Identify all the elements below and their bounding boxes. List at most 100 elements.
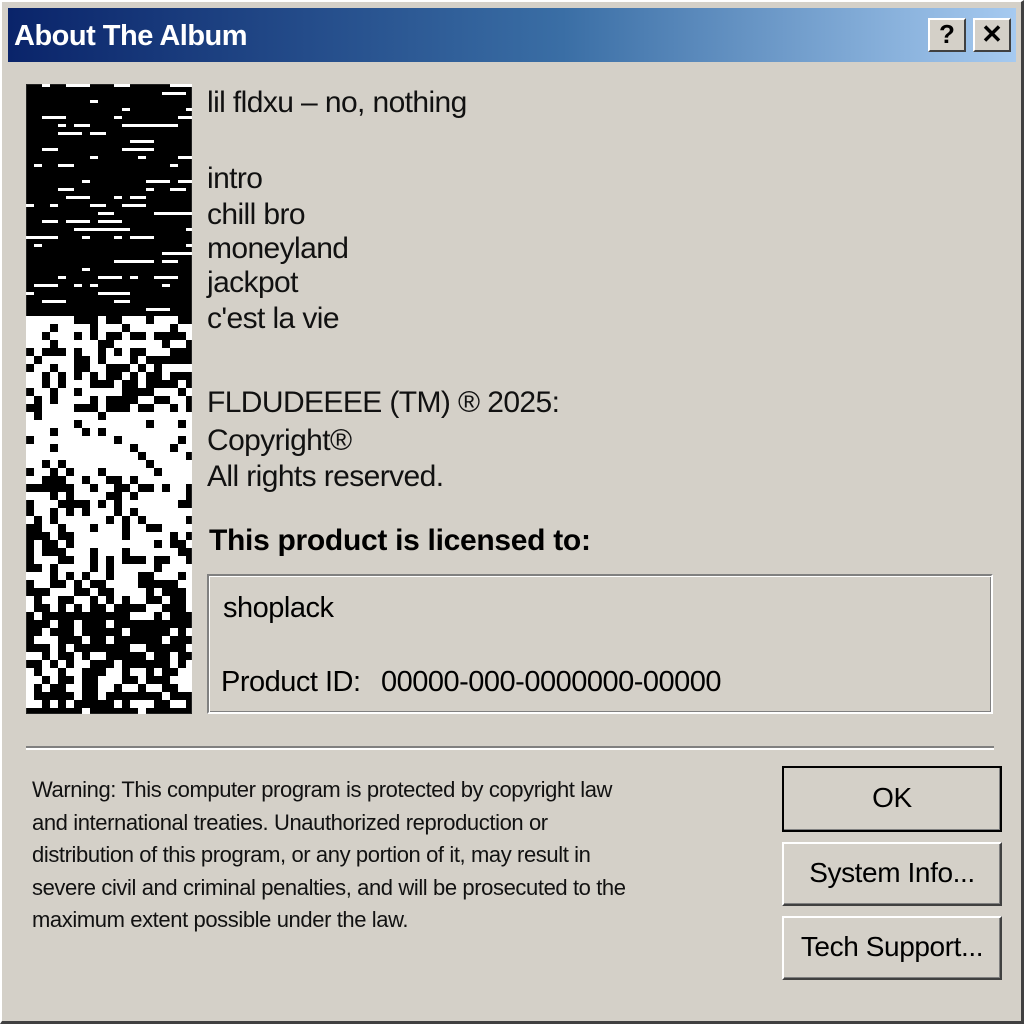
cover-pixel: [162, 596, 170, 604]
cover-pixel: [66, 516, 74, 524]
cover-pixel: [66, 684, 74, 692]
license-info-box: shoplack Product ID: 00000-000-0000000-0…: [207, 574, 993, 714]
cover-pixel: [186, 364, 192, 372]
cover-pixel: [42, 324, 50, 332]
cover-pixel: [122, 204, 130, 207]
cover-pixel: [66, 452, 74, 460]
cover-pixel: [66, 84, 90, 87]
cover-pixel: [90, 284, 98, 287]
cover-pixel: [130, 340, 138, 348]
cover-pixel: [26, 572, 34, 580]
cover-pixel: [154, 516, 162, 524]
cover-pixel: [106, 420, 114, 428]
cover-pixel: [74, 596, 82, 604]
cover-pixel: [58, 356, 66, 364]
title-bar[interactable]: About The Album ? ✕: [8, 8, 1016, 62]
system-info-button[interactable]: System Info...: [782, 842, 1002, 906]
cover-pixel: [66, 396, 74, 404]
cover-pixel: [178, 492, 186, 500]
cover-pixel: [170, 364, 178, 372]
cover-pixel: [162, 468, 170, 476]
cover-pixel: [186, 572, 192, 580]
cover-pixel: [26, 452, 34, 460]
cover-pixel: [90, 436, 98, 444]
cover-pixel: [130, 700, 138, 708]
cover-pixel: [58, 452, 66, 460]
warning-line: Warning: This computer program is protec…: [32, 777, 613, 802]
cover-pixel: [50, 596, 58, 604]
cover-pixel: [34, 612, 42, 620]
cover-pixel: [154, 420, 162, 428]
cover-pixel: [162, 476, 170, 484]
cover-pixel: [114, 468, 122, 476]
cover-pixel: [114, 116, 122, 119]
tech-support-button[interactable]: Tech Support...: [782, 916, 1002, 980]
ok-button[interactable]: OK: [782, 766, 1002, 832]
cover-pixel: [74, 548, 82, 556]
cover-pixel: [98, 460, 106, 468]
cover-pixel: [74, 444, 82, 452]
cover-pixel: [130, 140, 154, 143]
cover-pixel: [154, 404, 162, 412]
cover-pixel: [50, 668, 58, 676]
cover-pixel: [114, 532, 122, 540]
cover-pixel: [186, 596, 192, 604]
cover-pixel: [98, 476, 106, 484]
cover-pixel: [98, 692, 106, 700]
cover-pixel: [66, 340, 74, 348]
cover-pixel: [186, 324, 192, 332]
cover-pixel: [50, 204, 58, 207]
cover-pixel: [138, 148, 154, 151]
cover-pixel: [34, 548, 42, 556]
cover-pixel: [114, 588, 122, 596]
cover-pixel: [146, 188, 154, 191]
cover-pixel: [98, 484, 106, 492]
rights-line: All rights reserved.: [207, 460, 444, 493]
cover-pixel: [178, 508, 186, 516]
cover-pixel: [170, 676, 178, 684]
cover-pixel: [170, 412, 178, 420]
cover-pixel: [42, 420, 50, 428]
cover-pixel: [186, 444, 192, 452]
cover-pixel: [50, 236, 58, 239]
cover-pixel: [90, 572, 98, 580]
cover-pixel: [186, 244, 192, 247]
cover-pixel: [58, 428, 66, 436]
cover-pixel: [58, 404, 66, 412]
cover-pixel: [50, 588, 58, 596]
cover-pixel: [106, 468, 114, 476]
cover-pixel: [178, 396, 186, 404]
cover-pixel: [130, 572, 138, 580]
cover-pixel: [82, 380, 90, 388]
cover-pixel: [186, 436, 192, 444]
cover-pixel: [34, 244, 42, 247]
cover-pixel: [122, 444, 130, 452]
cover-pixel: [66, 220, 90, 223]
cover-pixel: [114, 580, 122, 588]
cover-pixel: [98, 276, 122, 279]
cover-pixel: [26, 676, 34, 684]
cover-pixel: [34, 492, 42, 500]
cover-pixel: [170, 452, 178, 460]
cover-pixel: [66, 380, 74, 388]
cover-pixel: [90, 412, 98, 420]
cover-pixel: [82, 564, 90, 572]
cover-pixel: [178, 180, 192, 183]
cover-pixel: [178, 252, 192, 255]
cover-pixel: [122, 588, 130, 596]
cover-pixel: [178, 516, 186, 524]
close-button[interactable]: ✕: [973, 18, 1011, 52]
cover-pixel: [58, 388, 66, 396]
cover-pixel: [122, 628, 130, 636]
cover-pixel: [130, 548, 138, 556]
cover-pixel: [114, 340, 122, 348]
help-button[interactable]: ?: [928, 18, 966, 52]
cover-pixel: [170, 436, 178, 444]
cover-pixel: [154, 340, 162, 348]
cover-pixel: [74, 556, 82, 564]
cover-pixel: [34, 372, 42, 380]
cover-pixel: [186, 604, 192, 612]
cover-pixel: [42, 428, 50, 436]
cover-pixel: [66, 420, 74, 428]
cover-pixel: [74, 492, 82, 500]
